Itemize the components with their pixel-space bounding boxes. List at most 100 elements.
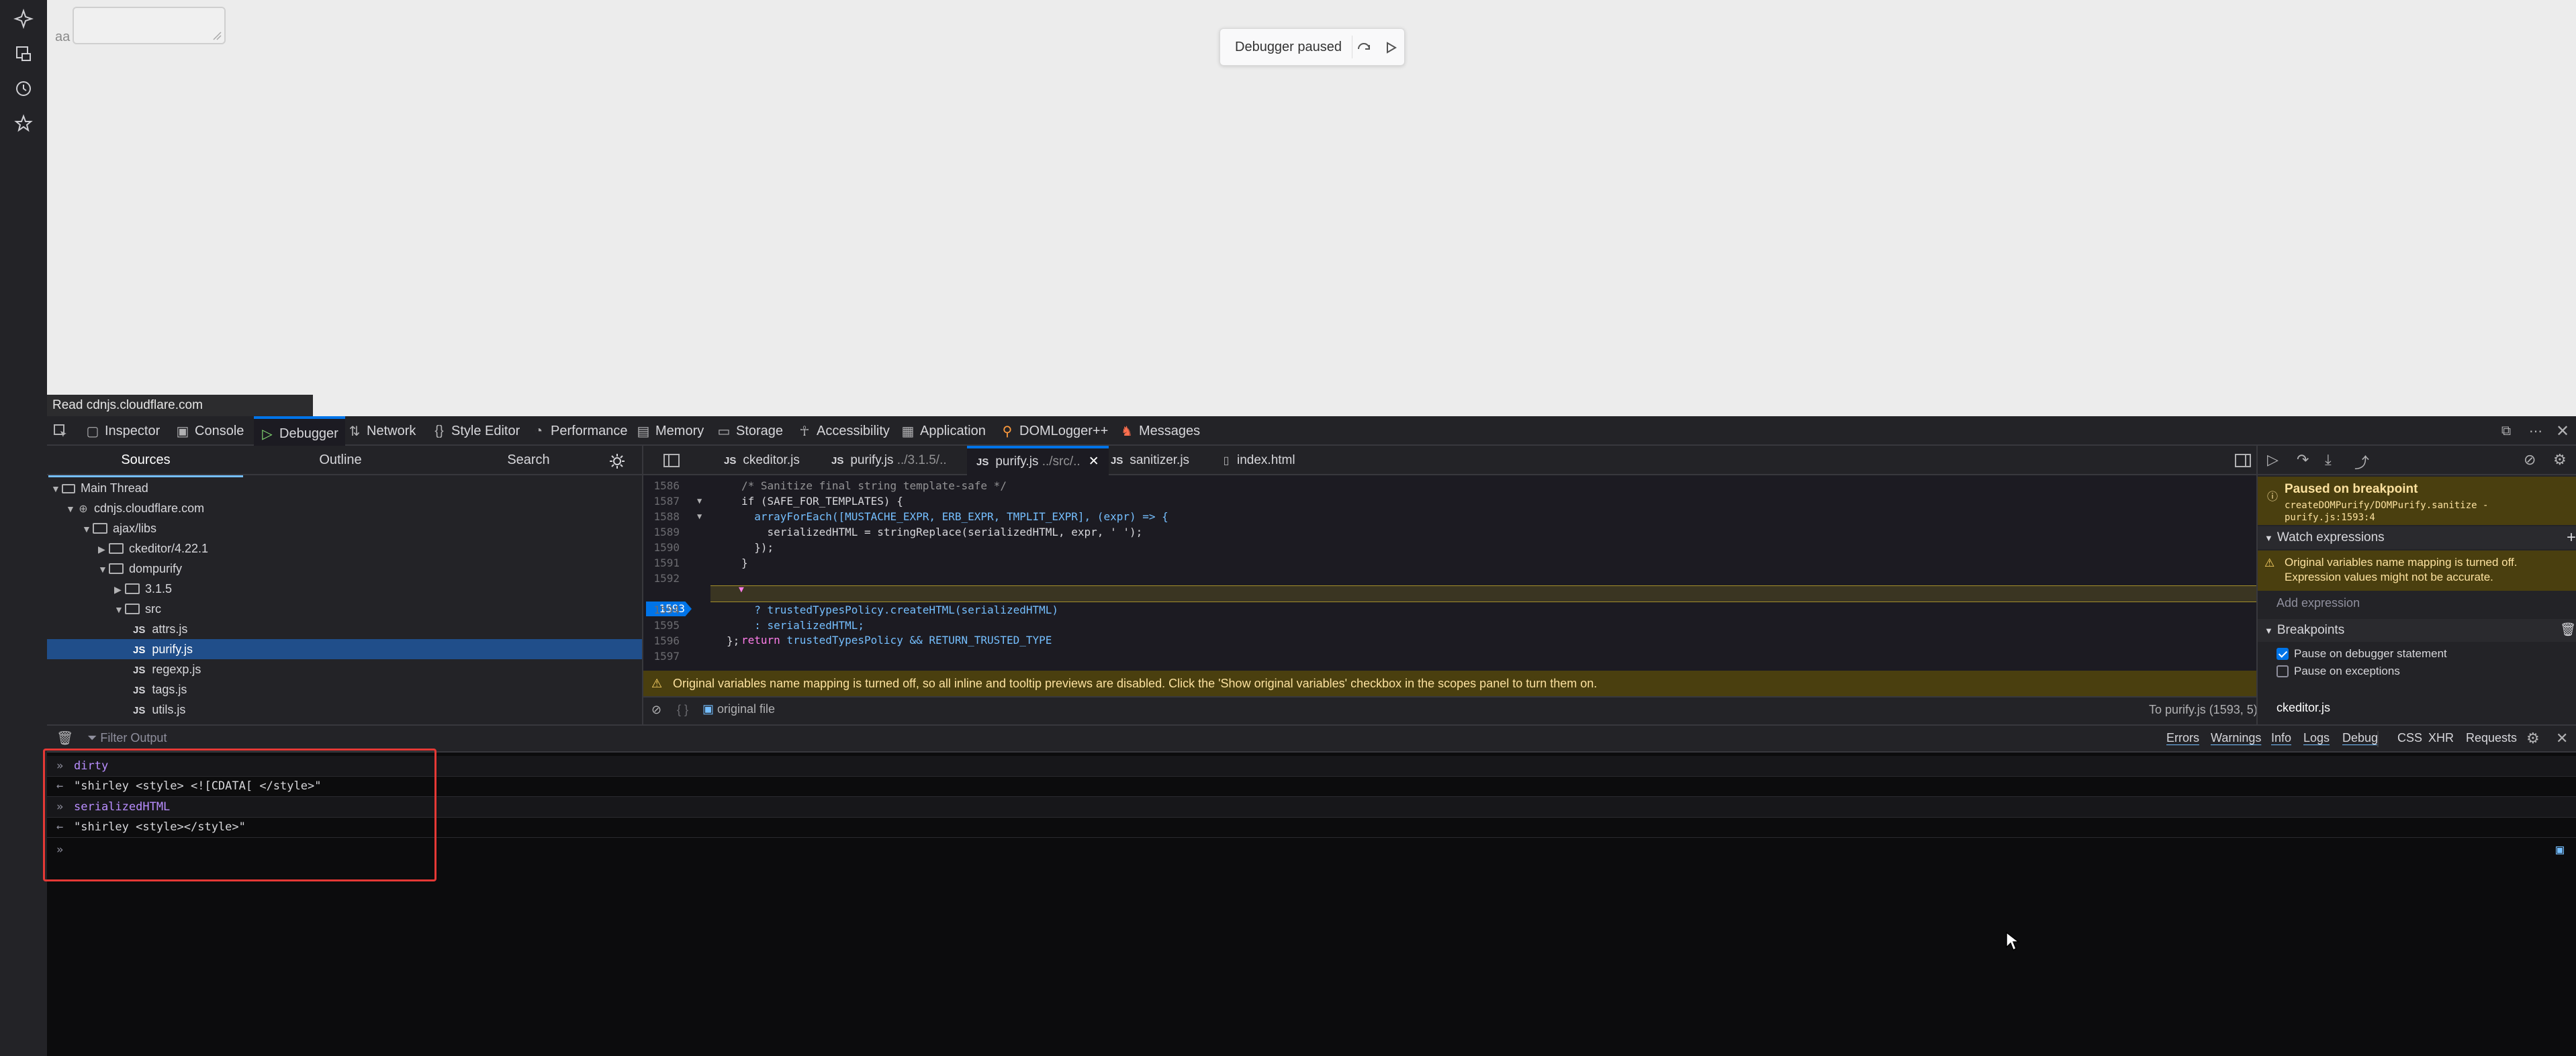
line-number: 1589 bbox=[653, 526, 680, 538]
editor-mode-icon[interactable]: ▣ bbox=[2556, 841, 2564, 857]
tab-network[interactable]: ⇅ Network bbox=[348, 416, 416, 446]
fold-arrow-icon[interactable]: ▼ bbox=[697, 493, 702, 509]
watch-expressions-header[interactable]: ▼ Watch expressions + bbox=[2258, 526, 2576, 549]
tab-label: ckeditor.js bbox=[743, 453, 800, 467]
pretty-print-icon[interactable]: ⊘ bbox=[651, 703, 661, 717]
column-breakpoint-icon[interactable]: ▼ bbox=[739, 582, 744, 597]
editor-tab[interactable]: JS ckeditor.js bbox=[724, 446, 800, 475]
devtools-toolbar: ▢ Inspector ▣ Console ▷ Debugger ⇅ Network {… bbox=[47, 416, 2576, 448]
dock-icon[interactable]: ⧉ bbox=[2499, 416, 2513, 446]
tab-console[interactable]: ▣ Console bbox=[176, 416, 244, 446]
editor-tab-active[interactable]: JS purify.js ../src/.. ✕ bbox=[967, 446, 1109, 478]
sparkle-icon[interactable] bbox=[11, 7, 36, 31]
tab-domlogger[interactable]: ⚲ DOMLogger++ bbox=[1001, 416, 1109, 446]
resume-icon[interactable] bbox=[1381, 38, 1400, 57]
editor-tab[interactable]: JS purify.js ../3.1.5/.. bbox=[831, 446, 947, 475]
tree-item-folder[interactable]: ▼ dompurify bbox=[47, 559, 693, 579]
tab-accessibility[interactable]: ☥ Accessibility bbox=[798, 416, 890, 446]
tab-outline[interactable]: Outline bbox=[243, 446, 438, 475]
sidebar-panel-icon[interactable] bbox=[11, 42, 36, 66]
star-icon[interactable] bbox=[11, 111, 36, 136]
tree-item-folder[interactable]: ▼ ajax/libs bbox=[47, 518, 677, 538]
fold-arrow-icon[interactable]: ▼ bbox=[697, 509, 702, 524]
gear-icon[interactable]: ⚙ bbox=[2526, 730, 2540, 747]
tab-messages[interactable]: ♞ Messages bbox=[1120, 416, 1200, 446]
breakpoints-header[interactable]: ▼ Breakpoints 🗑 bbox=[2258, 619, 2576, 642]
paused-frame[interactable]: createDOMPurify/DOMPurify.sanitize - pur… bbox=[2285, 499, 2567, 524]
toggle-sidebar-icon[interactable] bbox=[663, 454, 680, 467]
tree-item-file[interactable]: JS tags.js bbox=[47, 679, 728, 700]
filter-output-input[interactable]: ⏷ Filter Output bbox=[87, 731, 167, 745]
annotation-highlight-box bbox=[43, 749, 436, 881]
tree-item-folder[interactable]: ▶ ckeditor/4.22.1 bbox=[47, 538, 693, 559]
filter-requests[interactable]: Requests bbox=[2466, 731, 2517, 745]
tab-memory[interactable]: ▤ Memory bbox=[637, 416, 704, 446]
filter-info[interactable]: Info bbox=[2271, 731, 2291, 745]
filter-placeholder: Filter Output bbox=[100, 731, 167, 745]
pretty-print-button[interactable]: { } bbox=[677, 703, 688, 717]
tree-item-folder[interactable]: ▶ 3.1.5 bbox=[47, 579, 709, 599]
source-map-badge[interactable]: ▣ original file bbox=[702, 702, 775, 716]
tab-sources[interactable]: Sources bbox=[48, 446, 243, 477]
tree-item-domain[interactable]: ▼ ⊕ cdnjs.cloudflare.com bbox=[47, 498, 661, 518]
resume-icon[interactable]: ▷ bbox=[2267, 451, 2279, 469]
pause-exceptions-checkbox[interactable]: Pause on exceptions bbox=[2276, 665, 2400, 678]
editor-tabs: JS ckeditor.js JS purify.js ../3.1.5/.. JS… bbox=[643, 446, 2258, 478]
close-tab-icon[interactable]: ✕ bbox=[1089, 454, 1099, 469]
resize-handle-icon[interactable] bbox=[212, 31, 222, 40]
more-options-icon[interactable]: ⋯ bbox=[2529, 416, 2542, 446]
js-file-icon: JS bbox=[133, 644, 146, 656]
gear-icon[interactable]: ⚙ bbox=[2553, 451, 2567, 469]
trash-icon[interactable]: 🗑 bbox=[2560, 619, 2576, 642]
paused-info: ⓘ Paused on breakpoint createDOMPurify/D… bbox=[2258, 477, 2576, 525]
tab-performance[interactable]: ◔ Performance bbox=[532, 416, 628, 446]
editor-tab[interactable]: ▯ index.html bbox=[1220, 446, 1295, 475]
accessibility-icon: ☥ bbox=[799, 424, 810, 439]
tree-item-file-selected[interactable]: JS purify.js bbox=[47, 639, 728, 659]
filter-logs[interactable]: Logs bbox=[2303, 731, 2330, 745]
close-icon[interactable]: ✕ bbox=[2556, 730, 2568, 747]
step-out-icon[interactable]: ⤴ bbox=[2354, 451, 2369, 473]
toggle-right-pane-icon[interactable] bbox=[2235, 454, 2251, 467]
add-expression-input[interactable]: Add expression bbox=[2276, 596, 2360, 610]
close-devtools-icon[interactable]: ✕ bbox=[2556, 416, 2569, 446]
messages-icon: ♞ bbox=[1121, 424, 1133, 439]
filter-icon: ⏷ bbox=[87, 731, 101, 745]
filter-warnings[interactable]: Warnings bbox=[2211, 731, 2261, 745]
step-over-icon[interactable]: ↷ bbox=[2297, 451, 2309, 469]
page-textarea[interactable] bbox=[73, 7, 226, 44]
tree-item-file[interactable]: JS regexp.js bbox=[47, 659, 728, 679]
tab-application[interactable]: ▦ Application bbox=[901, 416, 986, 446]
code-line: serializedHTML = stringReplace(serialize… bbox=[741, 526, 1143, 538]
breakpoint-file[interactable]: ckeditor.js bbox=[2276, 701, 2330, 715]
tab-storage[interactable]: ▭ Storage bbox=[717, 416, 784, 446]
tab-search[interactable]: Search bbox=[438, 446, 619, 475]
filter-debug[interactable]: Debug bbox=[2342, 731, 2378, 745]
tree-label: tags.js bbox=[152, 683, 187, 696]
filter-xhr[interactable]: XHR bbox=[2428, 731, 2454, 745]
tree-item-folder[interactable]: ▼ src bbox=[47, 599, 709, 619]
code-line: if (SAFE_FOR_TEMPLATES) { bbox=[741, 495, 903, 508]
add-icon[interactable]: + bbox=[2567, 526, 2576, 549]
tab-style-editor[interactable]: {} Style Editor bbox=[432, 416, 520, 446]
step-in-icon[interactable]: ⤓ bbox=[2325, 451, 2332, 469]
filter-errors[interactable]: Errors bbox=[2166, 731, 2199, 745]
tab-debugger[interactable]: ▷ Debugger bbox=[254, 416, 345, 448]
tree-item-file[interactable]: JS attrs.js bbox=[47, 619, 728, 639]
step-over-icon[interactable] bbox=[1354, 38, 1373, 57]
deactivate-breakpoints-icon[interactable]: ⊘ bbox=[2524, 451, 2536, 469]
element-picker-icon[interactable] bbox=[52, 416, 77, 446]
trash-icon[interactable]: 🗑 bbox=[56, 730, 73, 747]
tree-item-main-thread[interactable]: ▼ Main Thread bbox=[47, 478, 646, 498]
editor-tab[interactable]: JS sanitizer.js bbox=[1111, 446, 1189, 475]
filter-css[interactable]: CSS bbox=[2397, 731, 2422, 745]
history-icon[interactable] bbox=[11, 77, 36, 101]
gear-icon[interactable] bbox=[608, 452, 626, 470]
tree-item-file[interactable]: JS utils.js bbox=[47, 700, 728, 720]
folder-icon bbox=[125, 604, 140, 614]
pause-debugger-checkbox[interactable]: Pause on debugger statement bbox=[2276, 647, 2447, 661]
cursor-position[interactable]: To purify.js (1593, 5) bbox=[2149, 703, 2258, 717]
code-line: /* Sanitize final string template-safe *… bbox=[741, 479, 1007, 492]
code-area[interactable]: 1586 /* Sanitize final string template-sa… bbox=[643, 478, 2258, 671]
tab-inspector[interactable]: ▢ Inspector bbox=[86, 416, 160, 446]
